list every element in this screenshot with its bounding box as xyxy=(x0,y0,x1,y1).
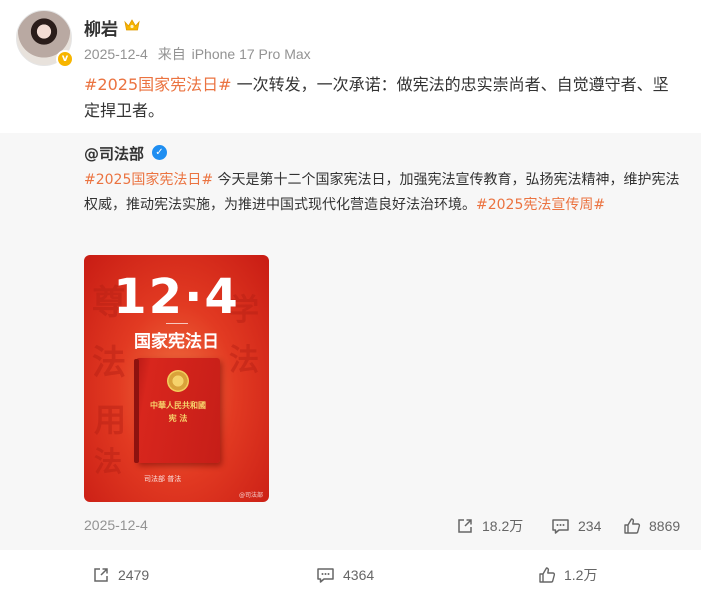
author-name[interactable]: 柳岩 xyxy=(84,15,118,40)
comment-icon xyxy=(317,568,334,583)
avatar-container[interactable]: v xyxy=(16,10,74,68)
poster-bg-char: 用 xyxy=(94,401,127,439)
book-title-line2: 宪 法 xyxy=(168,413,188,423)
poster-title: 国家宪法日 xyxy=(134,332,219,352)
poster-image[interactable]: 尊 法 用 法 学 法 12·4 国家宪法日 中華人民共和國 宪 法 司法部 普… xyxy=(84,255,269,502)
like-count: 1.2万 xyxy=(564,567,598,583)
repost-card[interactable]: @司法部 ✓ #2025国家宪法日# 今天是第十二个国家宪法日，加强宪法宣传教育… xyxy=(0,133,701,550)
national-emblem-icon xyxy=(167,370,189,392)
source-text: #2025国家宪法日# 今天是第十二个国家宪法日，加强宪法宣传教育，弘扬宪法精神… xyxy=(84,168,684,218)
source-prefix: 来自 xyxy=(157,46,186,62)
like-icon xyxy=(624,518,641,534)
source-repost-stat[interactable]: 18.2万 xyxy=(456,517,523,535)
comment-count: 4364 xyxy=(343,567,375,583)
poster-date: 12·4 xyxy=(113,269,240,325)
poster-watermark: @司法部 xyxy=(238,492,263,499)
like-icon xyxy=(539,567,556,583)
repost-count: 2479 xyxy=(118,567,150,583)
source-author[interactable]: @司法部 xyxy=(84,143,144,164)
poster-logos: 司法部 普法 xyxy=(144,475,182,483)
repost-icon xyxy=(94,568,108,582)
source-like-count: 8869 xyxy=(649,518,681,534)
repost-button[interactable]: 2479 xyxy=(92,565,149,585)
comment-button[interactable]: 4364 xyxy=(316,565,374,585)
repost-icon xyxy=(458,519,472,533)
blue-verified-icon: ✓ xyxy=(152,145,167,160)
crown-icon xyxy=(124,19,140,31)
source-comment-count: 234 xyxy=(578,518,602,534)
verified-badge-icon: v xyxy=(56,50,74,68)
weibo-post: v 柳岩 2025-12-4 来自 iPhone 17 Pro Max #202… xyxy=(0,0,701,590)
poster-divider xyxy=(166,323,188,324)
book-spine xyxy=(134,359,139,463)
source-date[interactable]: 2025-12-4 xyxy=(84,517,148,533)
post-meta: 2025-12-4 来自 iPhone 17 Pro Max xyxy=(84,44,317,64)
hashtag-link[interactable]: #2025宪法宣传周# xyxy=(476,197,605,213)
comment-icon xyxy=(552,519,569,534)
post-text: #2025国家宪法日# 一次转发，一次承诺：做宪法的忠实崇尚者、自觉遵守者、坚定… xyxy=(84,72,684,124)
source-repost-count: 18.2万 xyxy=(482,518,524,534)
hashtag-link[interactable]: #2025国家宪法日# xyxy=(84,75,232,94)
poster-bg-char: 法 xyxy=(94,445,123,478)
post-device: iPhone 17 Pro Max xyxy=(191,46,311,62)
hashtag-link[interactable]: #2025国家宪法日# xyxy=(84,172,213,188)
like-button[interactable]: 1.2万 xyxy=(538,565,597,585)
source-like-stat[interactable]: 8869 xyxy=(623,517,680,535)
source-comment-stat[interactable]: 234 xyxy=(551,517,601,535)
post-date[interactable]: 2025-12-4 xyxy=(84,46,148,62)
book-title-line1: 中華人民共和國 xyxy=(150,400,206,410)
